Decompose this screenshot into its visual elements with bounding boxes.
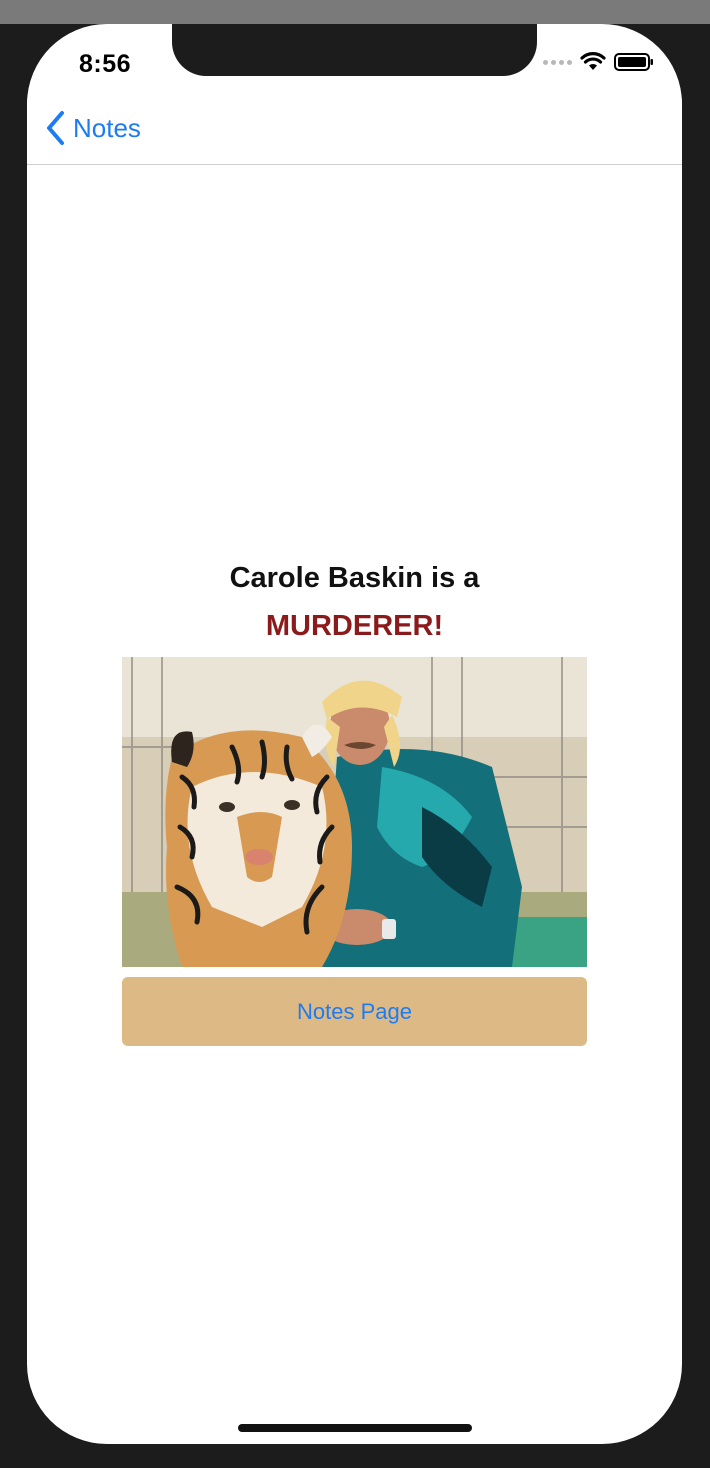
- device-frame: 8:56 Notes Carole Baskin is a MURDERER! …: [0, 0, 710, 1468]
- window-top-strip: [0, 0, 710, 24]
- back-button[interactable]: Notes: [45, 110, 141, 146]
- status-icons: [543, 52, 654, 72]
- chevron-left-icon: [47, 111, 64, 145]
- back-button-label: Notes: [73, 112, 141, 143]
- battery-icon: [614, 53, 653, 71]
- phone-screen: 8:56 Notes Carole Baskin is a MURDERER! …: [27, 24, 682, 1444]
- main-content: Carole Baskin is a MURDERER! Notes Page: [27, 164, 682, 1444]
- cellular-signal-icon: [543, 59, 572, 65]
- navigation-bar: Notes: [27, 98, 682, 165]
- wifi-icon: [580, 52, 606, 70]
- device-notch: [172, 24, 537, 76]
- notes-page-button-label: Notes Page: [297, 998, 412, 1024]
- status-time: 8:56: [79, 50, 132, 78]
- notes-page-button[interactable]: Notes Page: [122, 977, 587, 1046]
- highlight-text: MURDERER!: [265, 610, 444, 642]
- headline-text: Carole Baskin is a: [229, 562, 480, 594]
- home-indicator[interactable]: [238, 1424, 472, 1432]
- photo-man-with-tiger: [122, 657, 587, 967]
- photo-illustration: [122, 657, 587, 967]
